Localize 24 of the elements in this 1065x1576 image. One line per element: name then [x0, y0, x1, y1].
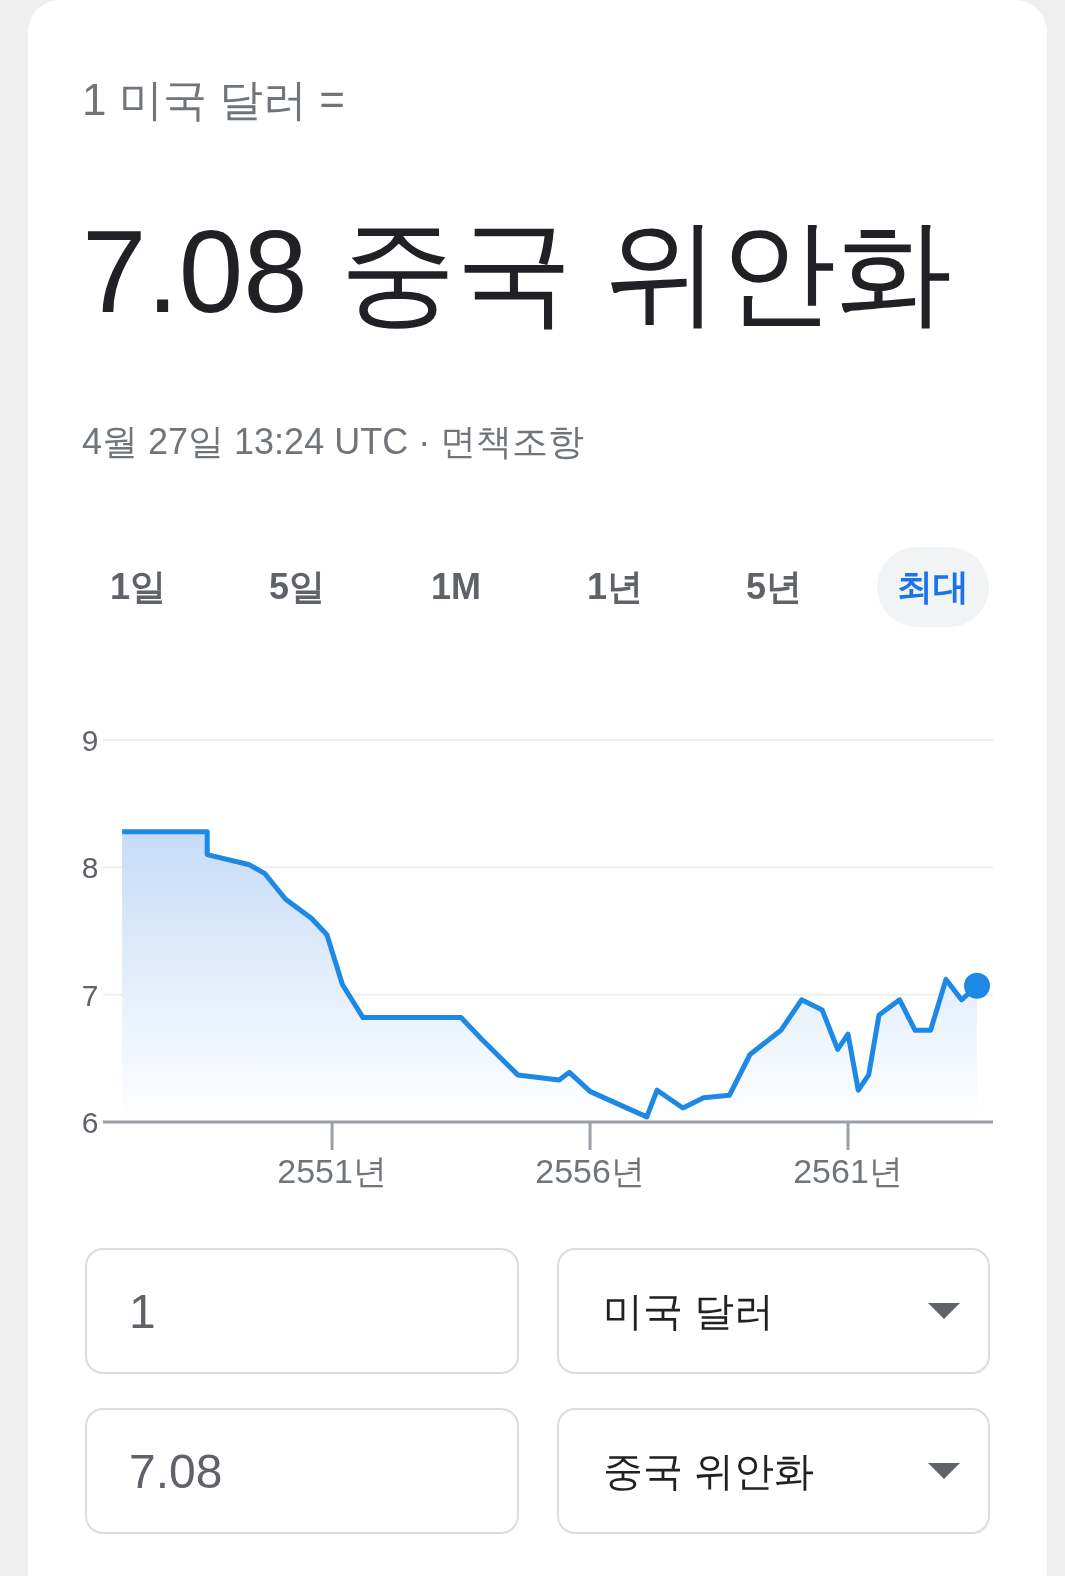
y-axis-label: 9 — [81, 724, 99, 757]
disclaimer-link[interactable]: 면책조항 — [440, 418, 585, 466]
range-tab[interactable]: 1M — [400, 547, 512, 627]
range-tab[interactable]: 1일 — [82, 547, 194, 627]
dropdown-caret-icon — [928, 1303, 960, 1319]
y-axis-label: 8 — [81, 851, 99, 885]
range-tab[interactable]: 1년 — [559, 547, 671, 627]
converted-amount: 7.08 중국 위안화 — [82, 206, 954, 339]
amount-field[interactable]: 1 — [85, 1248, 519, 1374]
range-tab[interactable]: 5일 — [241, 547, 353, 627]
timestamp: 4월 27일 13:24 UTC · — [82, 420, 431, 464]
current-point-marker — [964, 972, 990, 999]
currency-dropdown[interactable]: 중국 위안화 — [557, 1408, 990, 1534]
x-axis-label: 2551년 — [277, 1152, 387, 1190]
currency-dropdown[interactable]: 미국 달러 — [557, 1248, 990, 1374]
range-tab[interactable]: 최대 — [877, 547, 989, 627]
range-tab[interactable]: 5년 — [718, 547, 830, 627]
base-amount: 1 미국 달러 = — [82, 74, 346, 126]
y-axis-label: 6 — [81, 1106, 99, 1139]
y-axis-label: 7 — [81, 978, 99, 1012]
dropdown-caret-icon — [928, 1463, 960, 1479]
x-axis-label: 2561년 — [793, 1152, 903, 1190]
x-axis-label: 2556년 — [535, 1152, 645, 1190]
amount-field[interactable]: 7.08 — [85, 1408, 519, 1534]
